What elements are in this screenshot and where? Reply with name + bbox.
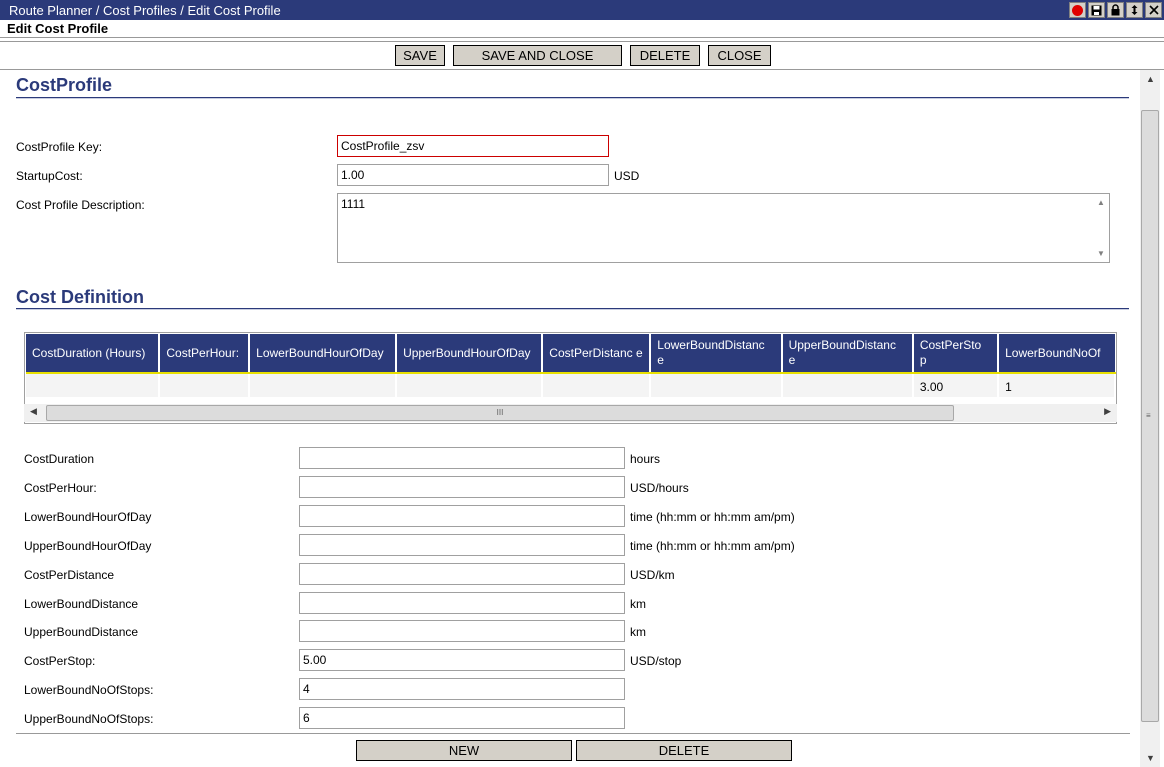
form-field-unit: time (hh:mm or hh:mm am/pm) xyxy=(630,538,795,553)
scroll-left-icon[interactable]: ◀ xyxy=(30,406,37,417)
form-field-label: LowerBoundDistance xyxy=(24,596,139,611)
section-divider xyxy=(16,308,1129,310)
grid-horizontal-scrollbar[interactable]: ◀ III ▶ xyxy=(24,404,1117,422)
form-field-label: CostPerDistance xyxy=(24,567,115,582)
form-field-label: UpperBoundHourOfDay xyxy=(24,538,152,553)
delete-button[interactable]: DELETE xyxy=(630,45,700,66)
form-field-input[interactable] xyxy=(299,620,625,643)
scroll-up-icon[interactable]: ▲ xyxy=(1097,198,1105,207)
record-icon[interactable] xyxy=(1069,2,1086,18)
grid-header-cell[interactable]: UpperBoundHourOfDay xyxy=(396,334,544,372)
cost-profile-key-label: CostProfile Key: xyxy=(16,140,103,154)
scroll-right-icon[interactable]: ▶ xyxy=(1104,406,1111,417)
description-label: Cost Profile Description: xyxy=(16,198,145,212)
grid-cell: 3.00 xyxy=(912,372,1000,397)
new-button[interactable]: NEW xyxy=(356,740,572,761)
form-field-unit: km xyxy=(630,596,646,611)
form-field-label: UpperBoundDistance xyxy=(24,625,139,640)
form-field-unit: hours xyxy=(630,452,661,466)
form-field-input[interactable]: 5.00 xyxy=(299,649,625,672)
form-field-label: CostDuration xyxy=(24,452,95,466)
form-field-input[interactable] xyxy=(299,504,625,527)
scroll-up-icon[interactable]: ▲ xyxy=(1146,74,1155,84)
grid-table: CostDuration (Hours) CostPerHour: LowerB… xyxy=(26,334,1116,397)
save-button[interactable]: SAVE xyxy=(395,45,445,66)
form-field-unit: km xyxy=(630,625,646,640)
form-field-unit: USD/hours xyxy=(630,480,689,495)
delete-row-button[interactable]: DELETE xyxy=(576,740,792,761)
form-field-input[interactable] xyxy=(299,562,625,585)
grid-cell xyxy=(650,372,783,397)
grid-cell xyxy=(542,372,652,397)
grid-cell xyxy=(781,372,914,397)
grid-header-cell[interactable]: LowerBoundDistanc e xyxy=(650,334,783,372)
section-title-cost-definition: Cost Definition xyxy=(16,287,144,307)
grid-header-cell[interactable]: CostDuration (Hours) xyxy=(26,334,161,372)
form-field-input[interactable]: 4 xyxy=(299,678,625,701)
section-title-cost-profile: CostProfile xyxy=(16,75,113,95)
form-field-label: UpperBoundNoOfStops: xyxy=(24,712,154,727)
startup-cost-input[interactable]: 1.00 xyxy=(337,164,609,186)
refresh-icon[interactable] xyxy=(1126,2,1143,18)
breadcrumb: Route Planner / Cost Profiles / Edit Cos… xyxy=(9,2,281,18)
close-icon[interactable] xyxy=(1145,2,1162,18)
page-vertical-scrollbar[interactable]: ▲ ≡ ▼ xyxy=(1140,70,1160,767)
close-button[interactable]: CLOSE xyxy=(708,45,771,66)
page-subtitle: Edit Cost Profile xyxy=(0,20,1164,38)
form-field-input[interactable] xyxy=(299,447,625,469)
grid-cell xyxy=(396,372,544,397)
startup-cost-unit: USD xyxy=(614,169,640,183)
form-field-label: CostPerStop: xyxy=(24,654,96,669)
cost-profile-key-input[interactable]: CostProfile_zsv xyxy=(337,135,609,157)
grid-header-underline xyxy=(26,372,1116,374)
form-field-input[interactable] xyxy=(299,591,625,614)
title-icons xyxy=(1069,2,1162,18)
form-field-label: LowerBoundNoOfStops: xyxy=(24,683,154,698)
form-field-label: LowerBoundHourOfDay xyxy=(24,509,152,524)
grid-header-cell[interactable]: CostPerSto p xyxy=(912,334,1000,372)
form-field-unit: time (hh:mm or hh:mm am/pm) xyxy=(630,509,795,524)
footer-divider xyxy=(16,733,1130,734)
form-field-input[interactable]: 6 xyxy=(299,707,625,730)
grid-cell: 1 xyxy=(998,372,1116,397)
scroll-thumb[interactable]: ≡ xyxy=(1141,110,1159,722)
main-content: CostProfile CostProfile Key: CostProfile… xyxy=(0,70,1140,767)
save-icon[interactable] xyxy=(1088,2,1105,18)
scroll-down-icon[interactable]: ▼ xyxy=(1097,249,1105,258)
description-value: 1111 xyxy=(341,197,366,211)
grid-cell xyxy=(159,372,251,397)
section-divider xyxy=(16,97,1129,99)
form-field-unit: USD/stop xyxy=(630,654,682,669)
form-field-unit: USD/km xyxy=(630,567,675,582)
grid-cell xyxy=(26,372,161,397)
grid-cell xyxy=(249,372,398,397)
grid-header-cell[interactable]: UpperBoundDistanc e xyxy=(781,334,914,372)
grid-header-cell[interactable]: CostPerHour: xyxy=(159,334,251,372)
save-and-close-button[interactable]: SAVE AND CLOSE xyxy=(453,45,622,66)
description-scrollbar[interactable]: ▲ ▼ xyxy=(1093,194,1109,262)
grid-header-cell[interactable]: LowerBoundNoOf xyxy=(998,334,1115,372)
description-textarea[interactable]: 1111 ▲ ▼ xyxy=(337,193,1110,263)
form-field-label: CostPerHour: xyxy=(24,480,97,495)
scroll-thumb[interactable]: III xyxy=(46,405,954,421)
scroll-down-icon[interactable]: ▼ xyxy=(1146,753,1155,763)
window-title-bar: Route Planner / Cost Profiles / Edit Cos… xyxy=(0,0,1164,20)
form-field-input[interactable] xyxy=(299,533,625,556)
lock-icon[interactable] xyxy=(1107,2,1124,18)
toolbar: SAVE SAVE AND CLOSE DELETE CLOSE xyxy=(0,41,1164,70)
table-row[interactable]: 3.00 1 xyxy=(26,372,1116,397)
grid-header-cell[interactable]: LowerBoundHourOfDay xyxy=(249,334,398,372)
form-field-input[interactable] xyxy=(299,475,625,498)
grid-header-cell[interactable]: CostPerDistanc e xyxy=(542,334,652,372)
startup-cost-label: StartupCost: xyxy=(16,169,83,183)
